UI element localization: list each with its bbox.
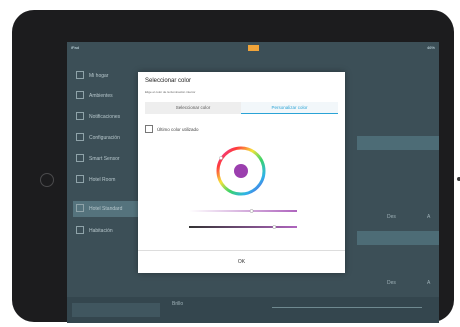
last-color-label: Último color utilizado <box>157 127 199 132</box>
tab-bar: Seleccionar color Personalizar color <box>145 102 338 114</box>
sidebar-item-label: Habitación <box>89 228 113 234</box>
hue-handle[interactable] <box>219 156 223 160</box>
brightness-slider-dialog[interactable] <box>189 225 297 229</box>
sidebar-item-label: Hotel Standard <box>89 206 123 212</box>
right-panel: Des A Des A <box>357 42 439 323</box>
saturation-handle[interactable] <box>249 209 254 213</box>
bell-icon <box>76 112 84 120</box>
tab-select-color[interactable]: Seleccionar color <box>145 102 241 114</box>
sidebar-item-label: Configuración <box>89 135 120 141</box>
brightness-handle[interactable] <box>272 225 277 229</box>
home-button[interactable] <box>40 173 54 187</box>
status-label: Des <box>387 214 396 220</box>
sidebar-item-label: Notificaciones <box>89 114 121 120</box>
dialog-divider <box>138 250 345 251</box>
room-icon <box>76 91 84 99</box>
color-wheel[interactable] <box>214 144 268 198</box>
saturation-track <box>189 210 297 212</box>
color-picker-dialog: Seleccionar color Elige el color de la i… <box>138 72 345 273</box>
device-icon <box>76 226 84 234</box>
saturation-slider[interactable] <box>189 209 297 213</box>
ok-button[interactable]: OK <box>138 252 345 273</box>
selected-color-swatch <box>234 164 248 178</box>
brightness-slider[interactable] <box>272 307 422 308</box>
device-icon <box>76 175 84 183</box>
gear-icon <box>76 133 84 141</box>
tab-label: Personalizar color <box>271 105 308 110</box>
device-icon <box>76 204 84 212</box>
sidebar-item-label: Ambientes <box>89 93 113 99</box>
sensor-icon <box>76 154 84 162</box>
status-value: A <box>427 214 431 220</box>
panel-row <box>357 231 439 245</box>
dialog-subtitle: Elige el color de la iluminación interio… <box>145 90 196 94</box>
active-tab-indicator <box>241 112 338 114</box>
brightness-label: Brillo <box>172 301 184 307</box>
brightness-track <box>189 226 297 228</box>
notification-icon <box>248 45 259 51</box>
bottom-button[interactable] <box>72 303 160 317</box>
carrier-label: iPad <box>71 45 80 50</box>
sidebar-item-label: Smart Sensor <box>89 156 120 162</box>
last-color-checkbox[interactable] <box>145 125 153 133</box>
home-icon <box>76 71 84 79</box>
status-label: Des <box>387 280 396 286</box>
bottom-bar: Brillo <box>67 297 439 323</box>
panel-row <box>357 136 439 150</box>
dialog-title: Seleccionar color <box>145 78 192 84</box>
status-value: A <box>427 280 431 286</box>
sidebar-item-label: Hotel Room <box>89 177 116 183</box>
sidebar-item-label: Mi hogar <box>89 73 109 79</box>
tab-customize-color[interactable]: Personalizar color <box>241 102 338 114</box>
